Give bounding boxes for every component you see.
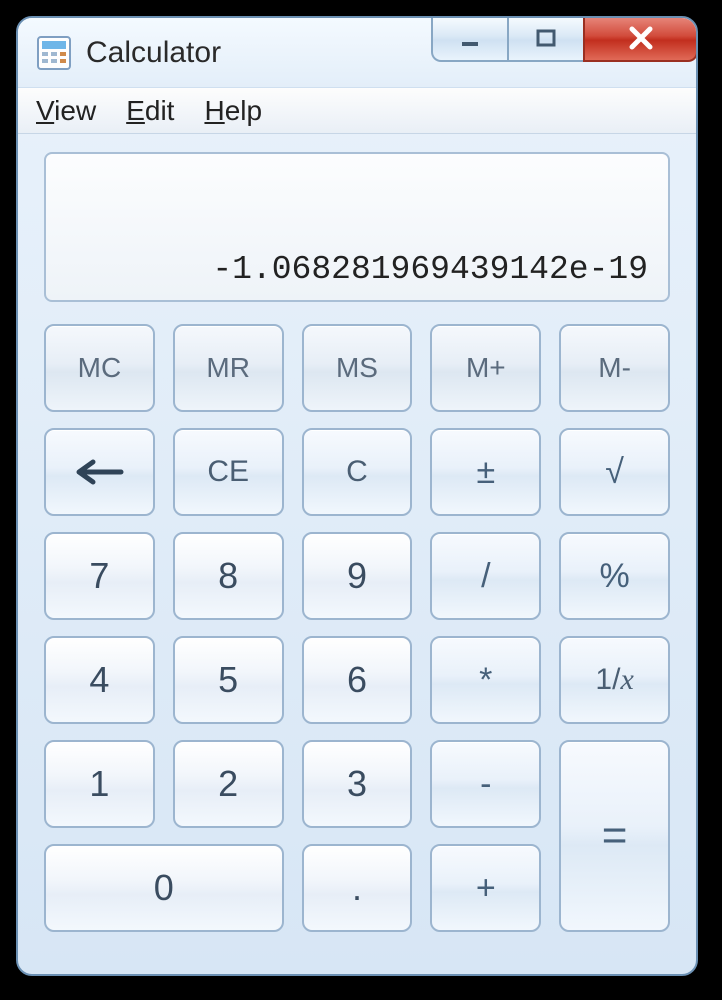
menu-bar: View Edit Help View Edit Help bbox=[18, 88, 696, 134]
multiply-button[interactable]: * bbox=[430, 636, 541, 724]
subtract-button[interactable]: - bbox=[430, 740, 541, 828]
digit-4-button[interactable]: 4 bbox=[44, 636, 155, 724]
digit-8-button[interactable]: 8 bbox=[173, 532, 284, 620]
digit-9-button[interactable]: 9 bbox=[302, 532, 413, 620]
reciprocal-button[interactable]: 1/x bbox=[559, 636, 670, 724]
minimize-button[interactable] bbox=[431, 16, 509, 62]
close-icon bbox=[624, 21, 658, 55]
digit-7-button[interactable]: 7 bbox=[44, 532, 155, 620]
calculator-app-icon bbox=[36, 35, 72, 71]
maximize-button[interactable] bbox=[507, 16, 585, 62]
mc-button[interactable]: MC bbox=[44, 324, 155, 412]
menu-edit[interactable]: Edit bbox=[126, 95, 174, 127]
digit-1-button[interactable]: 1 bbox=[44, 740, 155, 828]
keypad: MC MR MS M+ M- CE C ± √ 7 8 9 / % 4 bbox=[44, 324, 670, 932]
menu-view[interactable]: View bbox=[36, 95, 96, 127]
digit-2-button[interactable]: 2 bbox=[173, 740, 284, 828]
client-area: -1.068281969439142e-19 MC MR MS M+ M- CE… bbox=[18, 134, 696, 958]
digit-5-button[interactable]: 5 bbox=[173, 636, 284, 724]
add-button[interactable]: + bbox=[430, 844, 541, 932]
maximize-icon bbox=[532, 24, 560, 52]
minimize-icon bbox=[456, 24, 484, 52]
menu-help[interactable]: Help bbox=[204, 95, 262, 127]
mr-button[interactable]: MR bbox=[173, 324, 284, 412]
display-value: -1.068281969439142e-19 bbox=[212, 251, 648, 288]
ce-button[interactable]: CE bbox=[173, 428, 284, 516]
digit-0-button[interactable]: 0 bbox=[44, 844, 284, 932]
divide-button[interactable]: / bbox=[430, 532, 541, 620]
calculator-window: Calculator View Edit Help View bbox=[16, 16, 698, 976]
mplus-button[interactable]: M+ bbox=[430, 324, 541, 412]
c-button[interactable]: C bbox=[302, 428, 413, 516]
percent-button[interactable]: % bbox=[559, 532, 670, 620]
window-title: Calculator bbox=[86, 36, 221, 70]
mminus-button[interactable]: M- bbox=[559, 324, 670, 412]
title-bar: Calculator bbox=[18, 18, 696, 88]
ms-button[interactable]: MS bbox=[302, 324, 413, 412]
backspace-arrow-icon bbox=[71, 458, 127, 486]
digit-3-button[interactable]: 3 bbox=[302, 740, 413, 828]
sqrt-button[interactable]: √ bbox=[559, 428, 670, 516]
close-button[interactable] bbox=[583, 16, 698, 62]
backspace-button[interactable] bbox=[44, 428, 155, 516]
equals-button[interactable]: = bbox=[559, 740, 670, 932]
digit-6-button[interactable]: 6 bbox=[302, 636, 413, 724]
window-controls bbox=[433, 16, 698, 62]
decimal-button[interactable]: . bbox=[302, 844, 413, 932]
result-display: -1.068281969439142e-19 bbox=[44, 152, 670, 302]
plus-minus-button[interactable]: ± bbox=[430, 428, 541, 516]
